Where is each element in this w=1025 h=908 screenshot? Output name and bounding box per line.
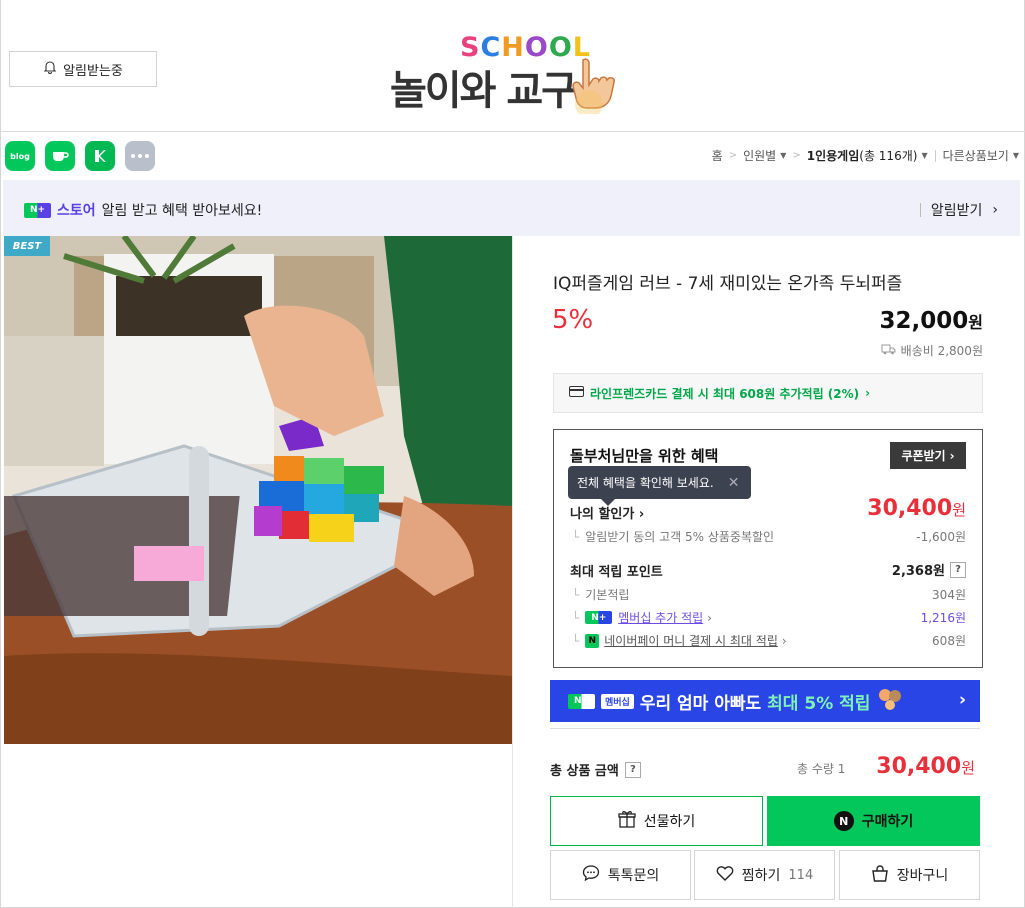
naver-pay-icon: N	[585, 633, 600, 648]
family-icon	[876, 687, 904, 716]
caret-down-icon[interactable]: ▼	[780, 151, 786, 160]
naver-plus-badge: N+	[568, 693, 595, 709]
talktalk-button[interactable]: 톡톡문의	[550, 850, 691, 900]
caret-down-icon[interactable]: ▼	[921, 151, 927, 160]
chevron-right-icon: ›	[949, 448, 955, 463]
header-divider	[0, 131, 1025, 132]
coupon-button[interactable]: 쿠폰받기 ›	[890, 442, 966, 469]
my-discount-price: 30,400원	[867, 496, 966, 521]
base-point-label: └ 기본적립	[572, 588, 630, 602]
alarm-button[interactable]: 알림받는중	[9, 51, 157, 87]
naver-plus-badge: N+	[585, 611, 613, 624]
chevron-right-icon: >	[792, 150, 801, 161]
chevron-right-icon: ›	[781, 633, 787, 648]
notice-text: 알림 받고 혜택 받아보세요!	[101, 203, 263, 219]
chevron-right-icon: ›	[707, 610, 712, 625]
total-quantity: 총 수량 1	[797, 762, 846, 776]
other-products-link[interactable]: 다른상품보기	[943, 147, 1009, 164]
chevron-right-icon: ›	[992, 202, 998, 218]
breadcrumb-level2[interactable]: 1인용게임	[807, 147, 860, 164]
close-icon[interactable]: ✕	[728, 475, 740, 491]
wishlist-button[interactable]: 찜하기 114	[694, 850, 835, 900]
blog-icon[interactable]: blog	[5, 141, 35, 171]
more-icon[interactable]	[125, 141, 155, 171]
card-benefit-link[interactable]: 라인프렌즈카드 결제 시 최대 608원 추가적립 (2%) ›	[553, 373, 983, 413]
breadcrumb-divider	[934, 149, 936, 162]
notice-action[interactable]: 알림받기 ›	[919, 200, 998, 220]
heart-icon	[716, 865, 734, 885]
discount-rate: 5%	[552, 305, 594, 335]
logo-main-text: 놀이와 교구	[390, 67, 578, 114]
product-title: IQ퍼즐게임 러브 - 7세 재미있는 온가족 두뇌퍼즐	[553, 274, 903, 294]
pointing-hand-icon	[572, 58, 615, 114]
total-price: 30,400원	[876, 754, 975, 779]
chevron-right-icon: ›	[865, 386, 871, 400]
npay-point-value: 608원	[932, 634, 966, 648]
benefit-title: 돌부처님만을 위한 혜택	[570, 447, 719, 465]
breadcrumb-level1[interactable]: 인원별	[743, 147, 776, 164]
wishlist-count: 114	[788, 867, 814, 883]
product-image[interactable]	[4, 236, 512, 744]
membership-point-link[interactable]: └ N+ 멤버십 추가 적립 ›	[572, 609, 712, 626]
caret-down-icon[interactable]: ▼	[1013, 151, 1019, 160]
help-icon[interactable]: ?	[624, 761, 641, 778]
gift-button[interactable]: 선물하기	[550, 796, 763, 846]
band-icon[interactable]	[85, 141, 115, 171]
banner-highlight: 최대 5% 적립	[767, 693, 871, 714]
credit-card-icon	[569, 386, 584, 400]
notice-store-label: 스토어	[57, 203, 96, 219]
store-logo[interactable]: SCHOOL 놀이와 교구	[388, 30, 638, 115]
membership-point-value: 1,216원	[920, 611, 966, 625]
banner-text: 우리 엄마 아빠도	[639, 693, 762, 714]
membership-tag: 멤버십	[601, 693, 634, 709]
alarm-label: 알림받는중	[63, 63, 123, 79]
breadcrumb: 홈 > 인원별 ▼ > 1인용게임 (총 116개) ▼ 다른상품보기 ▼	[712, 147, 1019, 164]
help-icon[interactable]: ?	[950, 561, 966, 578]
cart-button[interactable]: 장바구니	[839, 850, 980, 900]
best-badge: BEST	[4, 236, 50, 256]
total-label: 총 상품 금액?	[550, 760, 641, 779]
breadcrumb-count: (총 116개)	[859, 149, 918, 163]
breadcrumb-home[interactable]: 홈	[712, 147, 723, 164]
notice-action-label[interactable]: 알림받기	[931, 200, 983, 220]
shipping-info: 배송비 2,800원	[881, 342, 983, 359]
max-point-label: 최대 적립 포인트	[570, 565, 663, 580]
notice-message: N+ 스토어 알림 받고 혜택 받아보세요!	[24, 200, 262, 220]
notice-bar: N+ 스토어 알림 받고 혜택 받아보세요! 알림받기 ›	[3, 180, 1020, 236]
card-benefit-text: 라인프렌즈카드 결제 시 최대 608원 추가적립 (2%)	[590, 386, 860, 401]
membership-banner[interactable]: N+ 멤버십 우리 엄마 아빠도 최대 5% 적립 ›	[550, 680, 980, 722]
notice-divider	[919, 203, 921, 217]
shopping-bag-icon	[871, 864, 889, 886]
npay-point-link[interactable]: └ N 네이버페이 머니 결제 시 최대 적립 ›	[572, 632, 787, 649]
benefit-box: 돌부처님만을 위한 혜택 쿠폰받기 › 나의 할인가 › 30,400원 └ 알림받…	[553, 429, 983, 668]
buy-button[interactable]: N 구매하기	[767, 796, 980, 846]
product-price: 32,000원	[879, 308, 984, 334]
max-point-value: 2,368원?	[892, 560, 966, 579]
chevron-right-icon: >	[728, 150, 738, 161]
benefit-tooltip: 전체 혜택을 확인해 보세요. ✕	[568, 466, 751, 506]
chevron-right-icon: ›	[958, 690, 966, 710]
panel-divider	[512, 236, 513, 908]
banner-divider	[550, 728, 980, 729]
bell-icon	[43, 60, 57, 78]
chat-bubble-icon	[582, 864, 600, 886]
cafe-icon[interactable]	[45, 141, 75, 171]
truck-icon	[881, 344, 896, 358]
naver-plus-badge: N+	[24, 202, 51, 218]
gift-icon	[618, 810, 636, 832]
chevron-right-icon: ›	[638, 507, 645, 522]
discount-detail-value: -1,600원	[916, 530, 966, 544]
discount-detail: └ 알림받기 동의 고객 5% 상품중복할인	[572, 530, 775, 544]
base-point-value: 304원	[932, 588, 966, 602]
naver-n-icon: N	[833, 811, 854, 831]
